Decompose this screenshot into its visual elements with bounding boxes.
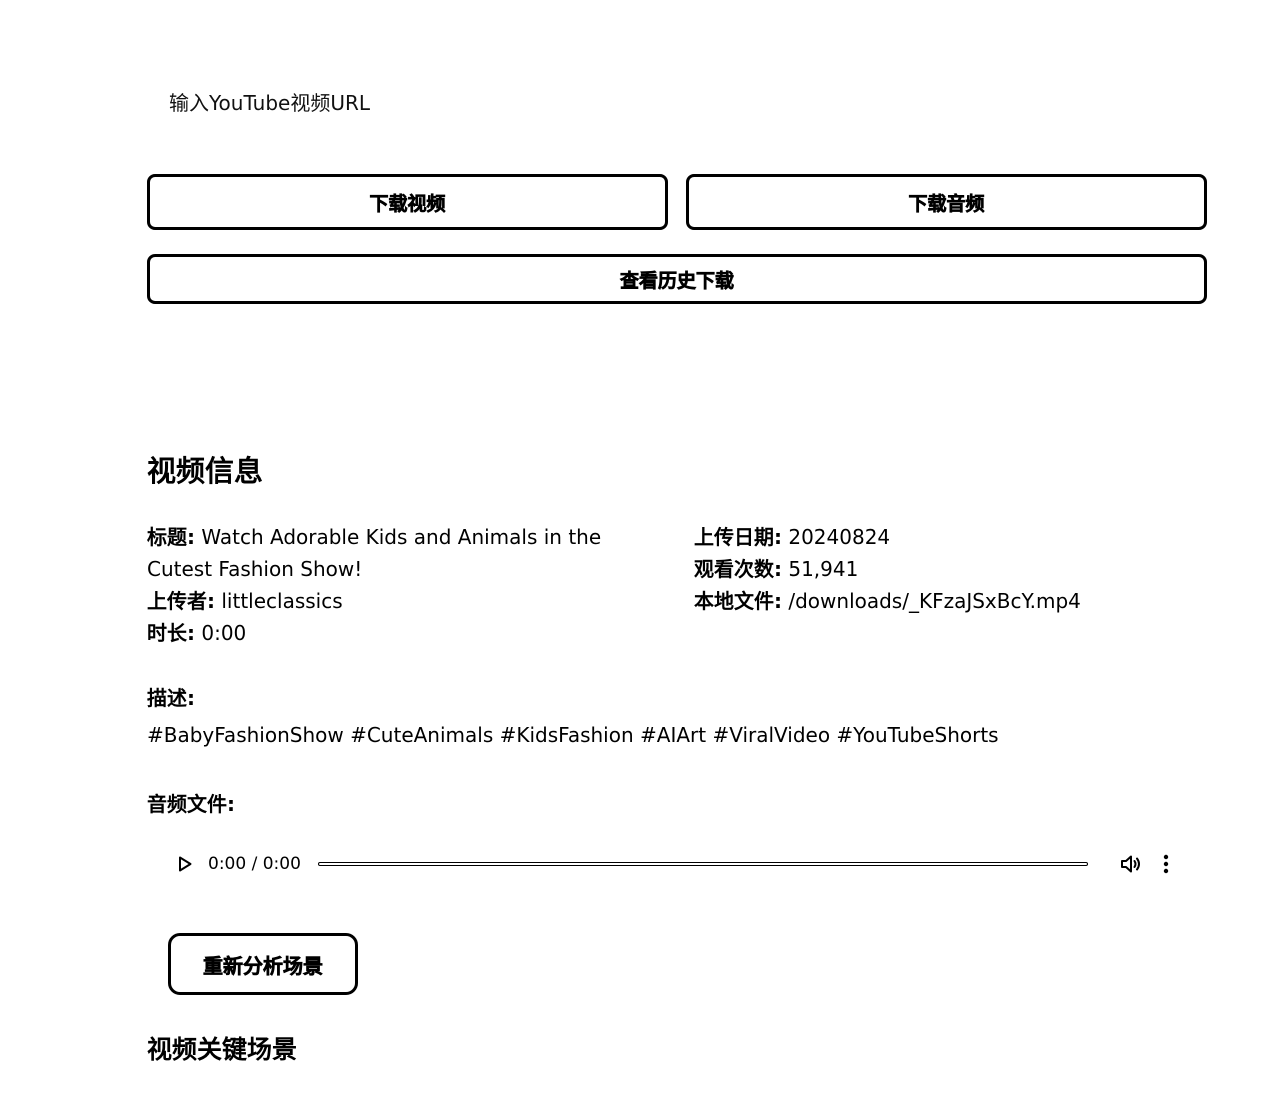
local-file-row: 本地文件: /downloads/_KFzaJSxBcY.mp4 — [694, 585, 1214, 617]
video-title-key: 标题: — [147, 525, 195, 549]
reanalyze-scenes-label: 重新分析场景 — [203, 953, 324, 978]
video-title-row: 标题: Watch Adorable Kids and Animals in t… — [147, 521, 637, 585]
video-title-value: Watch Adorable Kids and Animals in the C… — [147, 525, 602, 581]
duration-key: 时长: — [147, 621, 195, 645]
duration-row: 时长: 0:00 — [147, 617, 637, 649]
view-count-row: 观看次数: 51,941 — [694, 553, 1214, 585]
video-info-heading: 视频信息 — [147, 454, 264, 488]
uploader-value: littleclassics — [221, 589, 343, 613]
description-label: 描述: — [147, 686, 195, 710]
video-info-right-column: 上传日期: 20240824 观看次数: 51,941 本地文件: /downl… — [694, 521, 1214, 617]
description-text: #BabyFashionShow #CuteAnimals #KidsFashi… — [147, 723, 999, 747]
upload-date-key: 上传日期: — [694, 525, 782, 549]
volume-icon[interactable] — [1118, 851, 1144, 877]
download-video-label: 下载视频 — [369, 192, 446, 215]
audio-progress-slider[interactable] — [318, 862, 1088, 866]
download-video-button[interactable]: 下载视频 — [147, 174, 668, 230]
video-info-left-column: 标题: Watch Adorable Kids and Animals in t… — [147, 521, 637, 649]
play-icon[interactable] — [172, 851, 198, 877]
youtube-url-input[interactable] — [147, 80, 1207, 126]
download-audio-button[interactable]: 下载音频 — [686, 174, 1207, 230]
local-file-key: 本地文件: — [694, 589, 782, 613]
more-options-icon[interactable] — [1160, 851, 1172, 877]
local-file-value: /downloads/_KFzaJSxBcY.mp4 — [788, 589, 1081, 613]
view-history-button[interactable]: 查看历史下载 — [147, 254, 1207, 304]
view-count-key: 观看次数: — [694, 557, 782, 581]
duration-value: 0:00 — [201, 621, 247, 645]
audio-file-label: 音频文件: — [147, 792, 235, 816]
key-scenes-heading: 视频关键场景 — [147, 1035, 298, 1064]
upload-date-value: 20240824 — [788, 525, 891, 549]
uploader-row: 上传者: littleclassics — [147, 585, 637, 617]
uploader-key: 上传者: — [147, 589, 215, 613]
audio-time-display: 0:00 / 0:00 — [208, 854, 301, 874]
view-count-value: 51,941 — [788, 557, 859, 581]
reanalyze-scenes-button[interactable]: 重新分析场景 — [168, 933, 358, 995]
upload-date-row: 上传日期: 20240824 — [694, 521, 1214, 553]
audio-player: 0:00 / 0:00 — [168, 840, 1198, 888]
view-history-label: 查看历史下载 — [619, 269, 735, 292]
download-audio-label: 下载音频 — [908, 192, 985, 215]
